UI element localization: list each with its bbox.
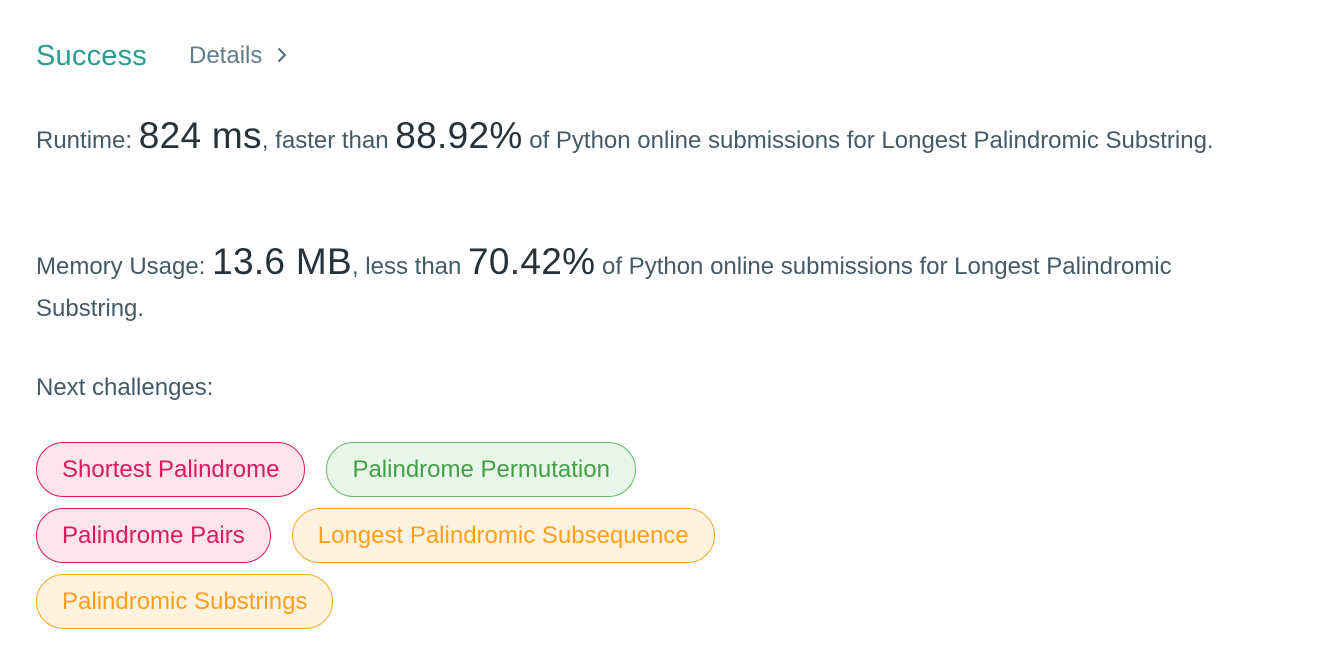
chevron-right-icon — [276, 43, 288, 69]
challenge-chip-shortest-palindrome[interactable]: Shortest Palindrome — [36, 442, 306, 497]
challenge-row: Palindromic Substrings — [36, 574, 1036, 629]
memory-comparison: , less than — [351, 253, 469, 280]
challenge-chip-palindrome-permutation[interactable]: Palindrome Permutation — [326, 442, 636, 497]
challenge-chip-longest-palindromic-subsequence[interactable]: Longest Palindromic Subsequence — [291, 508, 715, 563]
memory-value: 13.6 MB — [212, 241, 352, 282]
runtime-stat: Runtime: 824 ms, faster than 88.92% of P… — [36, 115, 1276, 162]
challenge-chip-palindrome-pairs[interactable]: Palindrome Pairs — [36, 508, 271, 563]
next-challenges-label: Next challenges: — [36, 374, 214, 401]
runtime-suffix: of Python online submissions for Longest… — [522, 127, 1214, 154]
challenge-row: Shortest Palindrome Palindrome Permutati… — [36, 442, 1036, 497]
memory-label: Memory Usage: — [36, 253, 213, 280]
memory-stat: Memory Usage: 13.6 MB, less than 70.42% … — [36, 241, 1276, 330]
details-link[interactable]: Details — [189, 42, 288, 70]
details-label: Details — [189, 42, 263, 69]
result-header: Success Details — [36, 36, 288, 76]
runtime-value: 824 ms — [138, 115, 262, 156]
runtime-label: Runtime: — [36, 127, 139, 154]
runtime-comparison: , faster than — [261, 127, 396, 154]
next-challenges-list: Shortest Palindrome Palindrome Permutati… — [36, 442, 1036, 640]
status-label: Success — [36, 39, 147, 72]
runtime-percentile: 88.92% — [395, 115, 523, 156]
memory-percentile: 70.42% — [468, 241, 596, 282]
challenge-row: Palindrome Pairs Longest Palindromic Sub… — [36, 508, 1036, 563]
challenge-chip-palindromic-substrings[interactable]: Palindromic Substrings — [36, 574, 334, 629]
